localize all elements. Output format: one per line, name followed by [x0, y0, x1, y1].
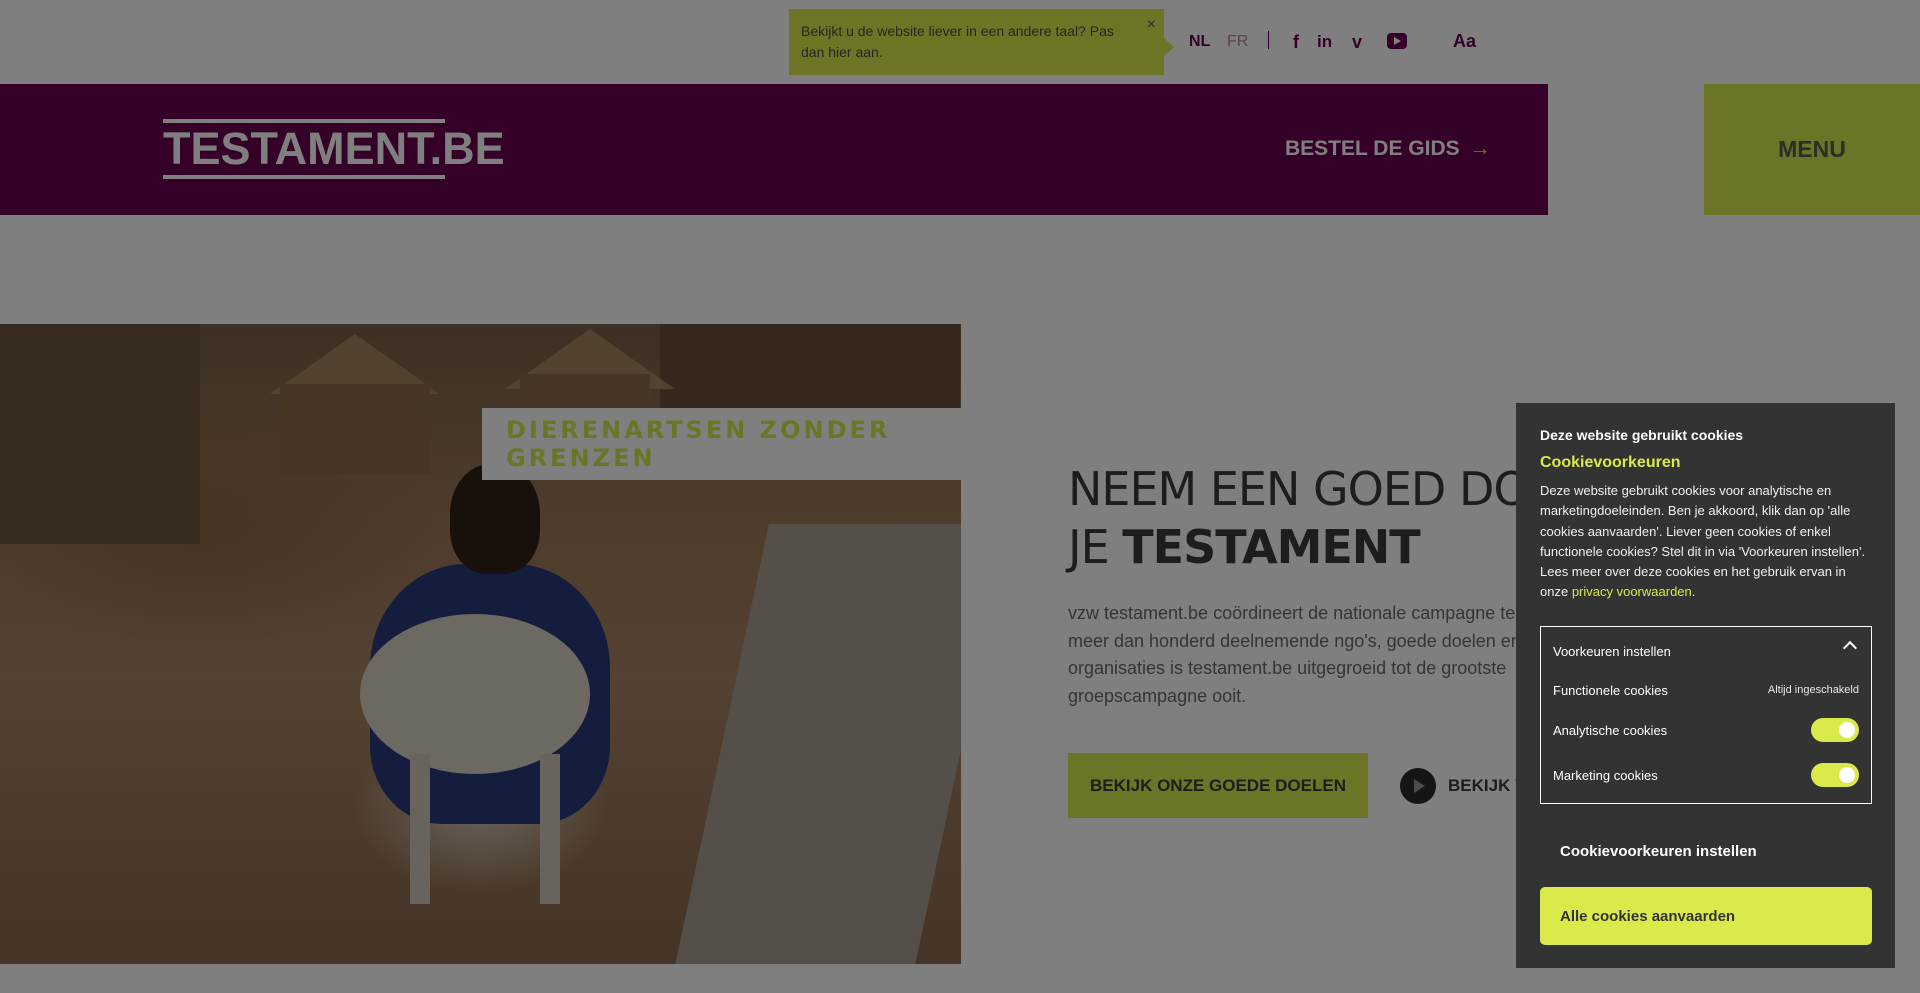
marketing-cookies-label: Marketing cookies [1553, 767, 1658, 783]
close-icon[interactable]: × [1147, 14, 1156, 35]
marketing-cookies-toggle[interactable] [1811, 763, 1859, 787]
always-enabled-label: Altijd ingeschakeld [1767, 684, 1859, 696]
privacy-link[interactable]: privacy voorwaarden [1572, 584, 1692, 599]
analytics-cookies-row: Analytische cookies [1553, 717, 1859, 743]
cookie-consent-panel: Deze website gebruikt cookies Cookievoor… [1516, 403, 1895, 968]
cookie-title: Deze website gebruikt cookies [1540, 427, 1744, 443]
set-cookie-preferences-button[interactable]: Cookievoorkeuren instellen [1540, 825, 1872, 877]
functional-cookies-row: Functionele cookies Altijd ingeschakeld [1553, 677, 1859, 703]
cookie-description: Deze website gebruikt cookies voor analy… [1540, 483, 1866, 600]
preferences-header[interactable]: Voorkeuren instellen [1553, 644, 1671, 659]
chevron-up-icon[interactable] [1842, 640, 1858, 656]
accept-all-cookies-button[interactable]: Alle cookies aanvaarden [1540, 887, 1872, 945]
analytics-cookies-toggle[interactable] [1811, 718, 1859, 742]
marketing-cookies-row: Marketing cookies [1553, 762, 1859, 788]
functional-cookies-label: Functionele cookies [1553, 682, 1668, 698]
cookie-preferences-box: Voorkeuren instellen Functionele cookies… [1540, 626, 1872, 804]
language-notice-tooltip: Bekijkt u de website liever in een ander… [789, 9, 1174, 75]
cookie-subtitle: Cookievoorkeuren [1540, 454, 1681, 471]
analytics-cookies-label: Analytische cookies [1553, 722, 1668, 738]
language-notice-text: Bekijkt u de website liever in een ander… [801, 23, 1114, 60]
